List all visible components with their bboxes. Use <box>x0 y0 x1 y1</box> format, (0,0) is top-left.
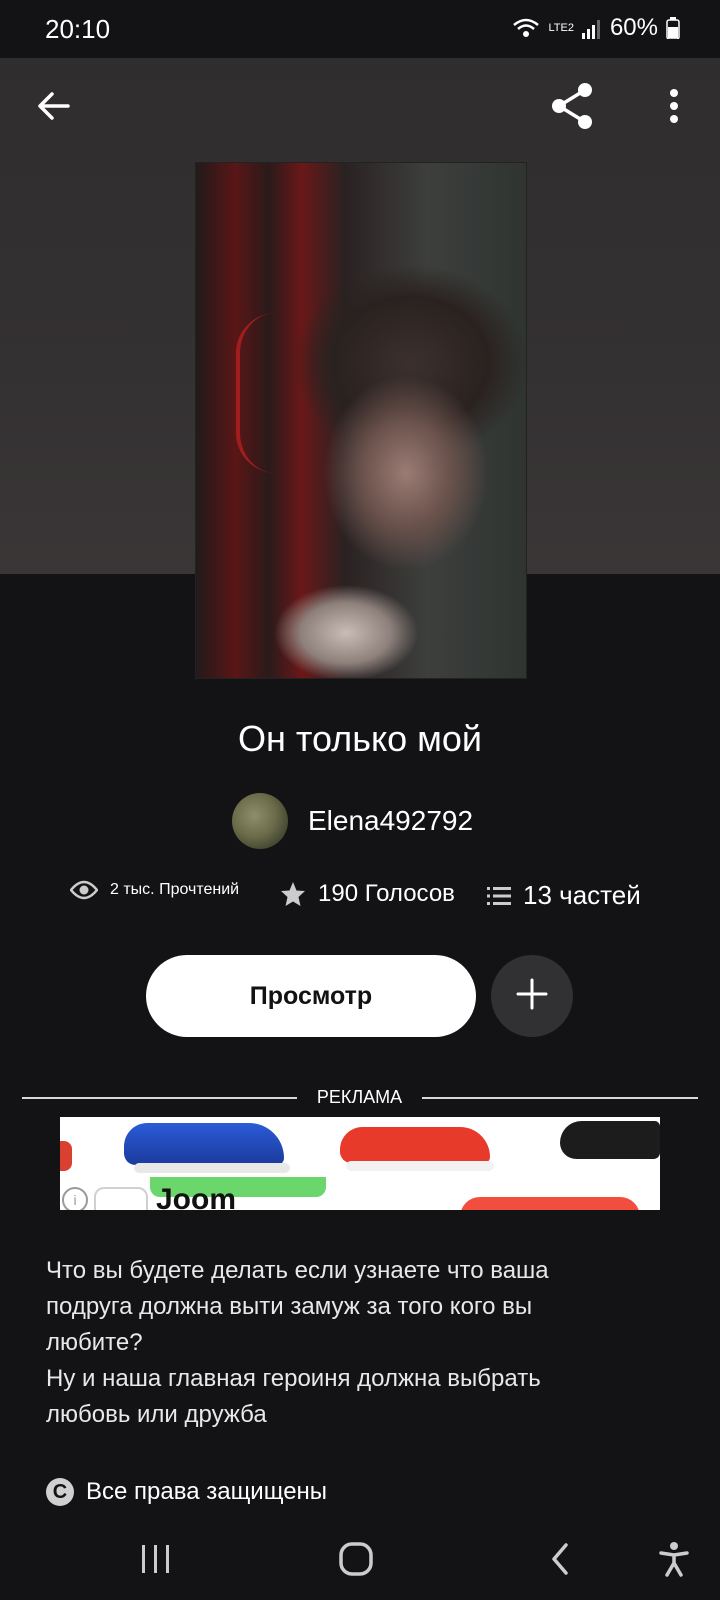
story-stats: 2 тыс. Прочтений 190 Голосов 13 частей <box>0 880 720 920</box>
wifi-icon <box>512 17 540 39</box>
recents-button[interactable] <box>126 1536 186 1586</box>
ad-label: РЕКЛАМА <box>316 1087 403 1107</box>
system-nav-bar <box>0 1520 720 1600</box>
votes-count: 190 Голосов <box>318 880 455 907</box>
home-icon <box>338 1541 374 1582</box>
ad-product-image <box>124 1123 290 1173</box>
ad-cta-button[interactable] <box>460 1197 640 1210</box>
reads-count: 2 тыс. Прочтений <box>110 881 240 898</box>
list-icon <box>487 886 511 906</box>
reads-stat: 2 тыс. Прочтений <box>70 880 239 900</box>
accessibility-icon <box>658 1541 690 1582</box>
recents-icon <box>140 1544 172 1579</box>
divider <box>422 1097 698 1099</box>
battery-percent: 60% <box>609 14 658 41</box>
copyright-text: Все права защищены <box>86 1478 328 1505</box>
story-title: Он только мой <box>237 718 483 759</box>
eye-icon <box>70 880 98 900</box>
info-icon[interactable]: i <box>62 1187 88 1210</box>
cover-detail <box>236 313 280 473</box>
parts-stat: 13 частей <box>487 880 641 911</box>
view-button[interactable]: Просмотр <box>146 955 476 1037</box>
author-name[interactable]: Elena492792 <box>308 805 473 837</box>
divider <box>22 1097 297 1099</box>
home-button[interactable] <box>326 1536 386 1586</box>
ad-product-image <box>60 1141 72 1171</box>
ad-banner[interactable]: i Joom <box>60 1117 660 1210</box>
lte-label: LTE2 <box>548 22 574 34</box>
author-link[interactable]: Elena492792 <box>232 793 473 849</box>
signal-icon <box>581 17 602 39</box>
nav-back-button[interactable] <box>530 1536 590 1586</box>
more-options-button[interactable] <box>646 80 702 136</box>
back-arrow-icon <box>36 91 70 126</box>
copyright-icon: C <box>46 1478 74 1506</box>
status-bar: 20:10 LTE2 60% <box>0 0 720 58</box>
parts-count: 13 частей <box>523 880 641 910</box>
share-icon <box>549 82 597 135</box>
status-time: 20:10 <box>45 14 111 44</box>
add-to-library-button[interactable] <box>491 955 573 1037</box>
votes-stat: 190 Голосов <box>280 880 455 908</box>
story-cover-image[interactable] <box>195 162 527 679</box>
chevron-left-icon <box>549 1542 571 1581</box>
plus-icon <box>515 977 549 1016</box>
avatar[interactable] <box>232 793 288 849</box>
ad-label-row: РЕКЛАМА <box>22 1087 698 1109</box>
ad-logo <box>94 1187 148 1210</box>
battery-icon <box>666 17 680 39</box>
star-icon <box>280 881 306 907</box>
status-indicators: LTE2 60% <box>512 14 680 42</box>
ad-product-image <box>340 1127 494 1171</box>
share-button[interactable] <box>545 80 601 136</box>
copyright-row: C Все права защищены <box>46 1478 327 1506</box>
accessibility-button[interactable] <box>644 1536 704 1586</box>
more-vertical-icon <box>669 88 679 128</box>
back-button[interactable] <box>25 80 81 136</box>
ad-brand: Joom <box>156 1183 237 1210</box>
story-description: Что вы будете делать если узнаете что ва… <box>46 1257 549 1428</box>
ad-product-image <box>560 1121 660 1159</box>
